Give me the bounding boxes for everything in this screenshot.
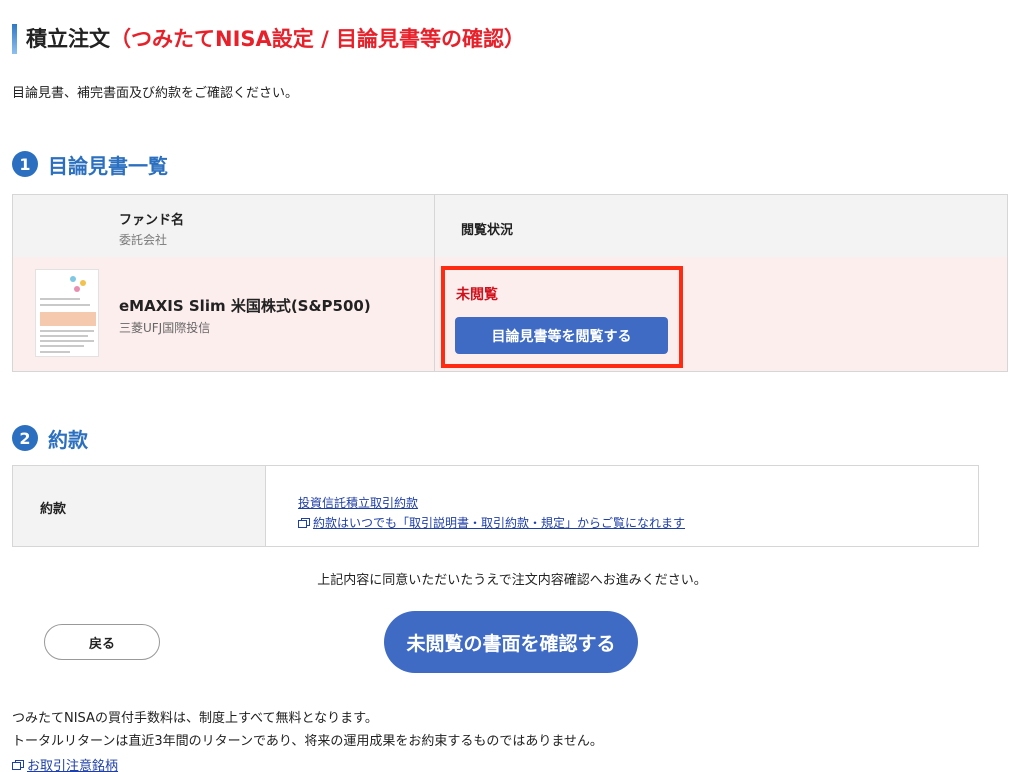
prospectus-thumbnail[interactable] [35, 269, 99, 357]
fee-note: つみたてNISAの買付手数料は、制度上すべて無料となります。 [12, 711, 378, 726]
section-heading: 約款 [48, 427, 88, 452]
title-accent-bar [12, 24, 17, 54]
header-fund-name: ファンド名 [119, 213, 185, 228]
page-title-sub: （つみたてNISA設定 / 目論見書等の確認） [110, 27, 526, 51]
section-heading: 目論見書一覧 [48, 153, 168, 178]
caution-stocks-link[interactable]: お取引注意銘柄 [12, 755, 118, 772]
header-view-status: 閲覧状況 [461, 223, 514, 238]
caution-stocks-link-text: お取引注意銘柄 [27, 759, 119, 772]
section-prospectus-list: 1 目論見書一覧 [12, 150, 168, 178]
return-note: トータルリターンは直近3年間のリターンであり、将来の運用成果をお約束するものでは… [12, 734, 603, 749]
intro-text: 目論見書、補完書面及び約款をご確認ください。 [12, 86, 299, 101]
terms-table: 約款 投資信託積立取引約款 約款はいつでも「取引説明書・取引約款・規定」からご覧… [12, 465, 979, 547]
all-terms-link[interactable]: 約款はいつでも「取引説明書・取引約款・規定」からご覧になれます [298, 514, 685, 531]
table-header: ファンド名 委託会社 閲覧状況 [13, 195, 1007, 258]
terms-label-cell: 約款 [13, 466, 266, 546]
view-status-badge: 未閲覧 [456, 287, 498, 303]
fund-name: eMAXIS Slim 米国株式(S&P500) [119, 297, 371, 315]
header-company: 委託会社 [119, 233, 168, 247]
column-divider [434, 195, 435, 371]
new-window-icon [298, 518, 310, 528]
new-window-icon [12, 760, 24, 770]
back-button[interactable]: 戻る [44, 624, 160, 660]
section-number-badge: 2 [12, 425, 38, 451]
page: 積立注文（つみたてNISA設定 / 目論見書等の確認） 目論見書、補完書面及び約… [0, 0, 1024, 772]
terms-label: 約款 [40, 502, 67, 517]
all-terms-link-text: 約款はいつでも「取引説明書・取引約款・規定」からご覧になれます [313, 516, 686, 530]
fund-company: 三菱UFJ国際投信 [119, 321, 211, 335]
view-prospectus-button[interactable]: 目論見書等を閲覧する [455, 317, 668, 354]
page-title-main: 積立注文 [26, 27, 110, 51]
section-terms: 2 約款 [12, 424, 88, 452]
terms-link[interactable]: 投資信託積立取引約款 [298, 494, 418, 511]
section-number-badge: 1 [12, 151, 38, 177]
page-title: 積立注文（つみたてNISA設定 / 目論見書等の確認） [26, 24, 525, 54]
confirm-unread-button[interactable]: 未閲覧の書面を確認する [384, 611, 638, 673]
agreement-text: 上記内容に同意いただいたうえで注文内容確認へお進みください。 [317, 573, 707, 588]
